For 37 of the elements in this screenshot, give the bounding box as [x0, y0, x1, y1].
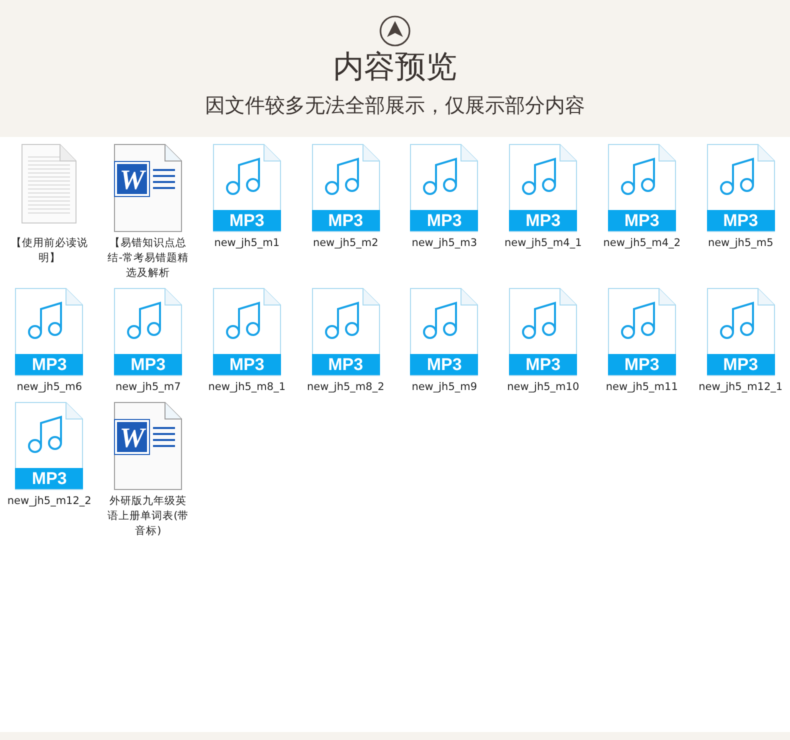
file-name[interactable]: new_jh5_m2 — [302, 236, 389, 251]
file-name[interactable]: new_jh5_m8_2 — [302, 380, 389, 395]
file-name[interactable]: new_jh5_m11 — [598, 380, 685, 395]
word-logo: W — [115, 162, 150, 196]
file-name[interactable]: new_jh5_m4_1 — [500, 236, 586, 251]
file-name[interactable]: new_jh5_m12_2 — [6, 494, 92, 509]
file-type-label: MP3 — [509, 354, 578, 375]
file-type-label: MP3 — [15, 354, 84, 375]
file-type-label: MP3 — [15, 468, 84, 489]
file-type-label: MP3 — [212, 354, 281, 375]
file-name[interactable]: 【使用前必读说明】 — [6, 236, 92, 266]
file-name[interactable]: 【易错知识点总结-常考易错题精选及解析 — [105, 236, 192, 281]
file-name[interactable]: new_jh5_m5 — [698, 236, 784, 251]
file-name[interactable]: 外研版九年级英语上册单词表(带音标) — [105, 494, 192, 539]
file-name[interactable]: new_jh5_m6 — [6, 380, 92, 395]
file-name[interactable]: new_jh5_m8_1 — [204, 380, 290, 395]
file-name[interactable]: new_jh5_m12_1 — [698, 380, 784, 395]
file-type-label: MP3 — [114, 354, 182, 375]
file-type-label: MP3 — [212, 210, 281, 231]
file-type-label: MP3 — [312, 210, 380, 231]
file-name[interactable]: new_jh5_m10 — [500, 380, 586, 395]
section-title: 内容预览 — [332, 49, 458, 86]
file-name[interactable]: new_jh5_m1 — [204, 236, 290, 251]
word-logo: W — [115, 420, 150, 454]
file-name[interactable]: new_jh5_m7 — [105, 380, 192, 395]
file-type-label: MP3 — [608, 210, 676, 231]
file-type-label: MP3 — [706, 354, 775, 375]
file-name[interactable]: new_jh5_m3 — [401, 236, 488, 251]
section-subtitle: 因文件较多无法全部展示，仅展示部分内容 — [204, 92, 586, 120]
file-type-label: MP3 — [410, 354, 478, 375]
file-type-label: MP3 — [608, 354, 676, 375]
file-name[interactable]: new_jh5_m4_2 — [598, 236, 685, 251]
file-type-label: MP3 — [410, 210, 478, 231]
file-type-label: MP3 — [509, 210, 578, 231]
file-type-label: MP3 — [706, 210, 775, 231]
file-type-label: MP3 — [312, 354, 380, 375]
file-name[interactable]: new_jh5_m9 — [401, 380, 488, 395]
